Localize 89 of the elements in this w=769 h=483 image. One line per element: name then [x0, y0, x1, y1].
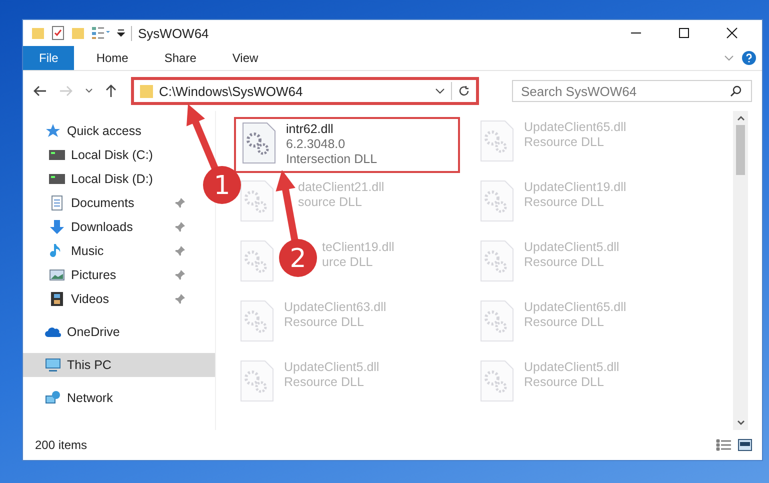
ribbon-tab[interactable]: View: [218, 46, 272, 70]
selected-file-frame[interactable]: intr62.dll 6.2.3048.0 Intersection DLL: [234, 117, 460, 173]
file-name: dateClient21.dll: [298, 180, 384, 194]
scroll-up-icon[interactable]: [736, 115, 744, 121]
close-icon[interactable]: [726, 27, 738, 39]
back-arrow-icon[interactable]: [33, 85, 47, 97]
help-icon[interactable]: [742, 51, 756, 65]
sidebar-label: Local Disk (C:): [71, 148, 154, 162]
pin-icon[interactable]: [175, 222, 185, 232]
maximize-icon[interactable]: [678, 27, 690, 39]
file-detail: Resource DLL: [524, 255, 605, 269]
file-name: UpdateClient5.dll: [284, 360, 380, 374]
view-list-icon[interactable]: [91, 26, 111, 40]
video-icon: [49, 291, 65, 307]
window-title: SysWOW64: [131, 26, 209, 40]
item-count: 200 items: [35, 438, 88, 452]
sidebar-label: Network: [67, 391, 114, 405]
file-name: UpdateClient65.dll: [524, 120, 626, 134]
scroll-thumb[interactable]: [736, 125, 745, 175]
pin-icon[interactable]: [175, 270, 185, 280]
doc-icon: [49, 195, 65, 211]
ribbon-tab[interactable]: File: [23, 46, 74, 70]
sidebar-item[interactable]: Quick access: [23, 119, 193, 143]
up-arrow-icon[interactable]: [105, 84, 117, 98]
file-name: teClient19.dll: [322, 240, 394, 254]
pin-icon[interactable]: [175, 246, 185, 256]
down-icon: [49, 219, 65, 235]
file-name: UpdateClient19.dll: [524, 180, 626, 194]
step-badge: [203, 166, 241, 204]
sidebar-item[interactable]: Documents: [23, 191, 193, 215]
net-icon: [45, 390, 61, 406]
step-number: 2: [290, 244, 306, 274]
file-name: UpdateClient65.dll: [524, 300, 626, 314]
file-detail: Resource DLL: [524, 315, 605, 329]
file-name: UpdateClient63.dll: [284, 300, 386, 314]
sidebar-item[interactable]: Pictures: [23, 263, 193, 287]
recent-dropdown-icon[interactable]: [85, 88, 93, 94]
star-icon: [45, 123, 61, 139]
dropdown-icon[interactable]: [117, 29, 125, 37]
sidebar-item[interactable]: Videos: [23, 287, 193, 311]
sidebar-item[interactable]: OneDrive: [23, 320, 193, 344]
search-icon: [730, 85, 742, 97]
address-bar[interactable]: C:\Windows\SysWOW64: [131, 77, 479, 105]
forward-arrow-icon[interactable]: [59, 85, 73, 97]
gear-file-icon[interactable]: [242, 122, 276, 164]
address-path: C:\Windows\SysWOW64: [159, 84, 304, 98]
ribbon-tab[interactable]: Share: [150, 46, 210, 70]
sidebar-label: Videos: [71, 292, 110, 306]
file-detail: urce DLL: [322, 255, 374, 269]
step-number: 1: [214, 171, 230, 201]
properties-icon[interactable]: [51, 25, 65, 41]
file-detail: Intersection DLL: [286, 152, 378, 166]
file-detail: Resource DLL: [524, 135, 605, 149]
file-detail: Resource DLL: [524, 195, 605, 209]
file-detail: Resource DLL: [284, 315, 365, 329]
pin-icon[interactable]: [175, 198, 185, 208]
search-field[interactable]: Search SysWOW64: [512, 80, 752, 102]
file-name: intr62.dll: [286, 122, 334, 136]
sidebar-label: Quick access: [67, 124, 142, 138]
thumbnail-view-icon[interactable]: [738, 439, 752, 451]
scrollbar[interactable]: [733, 111, 748, 430]
sidebar-item[interactable]: This PC: [23, 353, 215, 377]
sidebar-label: Music: [71, 244, 105, 258]
file-detail: Resource DLL: [284, 375, 365, 389]
pic-icon: [49, 267, 65, 283]
file-detail: source DLL: [298, 195, 363, 209]
step-badge: [279, 239, 317, 277]
file-detail: 6.2.3048.0: [286, 137, 346, 151]
sidebar-item[interactable]: Local Disk (D:): [23, 167, 193, 191]
details-view-icon[interactable]: [716, 439, 732, 451]
sidebar-label: OneDrive: [67, 325, 121, 339]
pc-icon: [45, 357, 61, 373]
file-detail: Resource DLL: [524, 375, 605, 389]
file-name: UpdateClient5.dll: [524, 360, 620, 374]
sidebar-label: Pictures: [71, 268, 118, 282]
refresh-icon[interactable]: [458, 85, 470, 97]
chevron-down-icon[interactable]: [435, 87, 445, 95]
sidebar-item[interactable]: Music: [23, 239, 193, 263]
sidebar-label: Documents: [71, 196, 136, 210]
pin-icon[interactable]: [175, 294, 185, 304]
sidebar-label: This PC: [67, 358, 112, 372]
scroll-down-icon[interactable]: [736, 420, 744, 426]
sidebar-label: Local Disk (D:): [71, 172, 154, 186]
sidebar-label: Downloads: [71, 220, 134, 234]
sidebar-item[interactable]: Local Disk (C:): [23, 143, 193, 167]
sidebar-item[interactable]: Downloads: [23, 215, 193, 239]
ribbon-tab[interactable]: Home: [82, 46, 142, 70]
file-name: UpdateClient5.dll: [524, 240, 620, 254]
sidebar-item[interactable]: Network: [23, 386, 193, 410]
